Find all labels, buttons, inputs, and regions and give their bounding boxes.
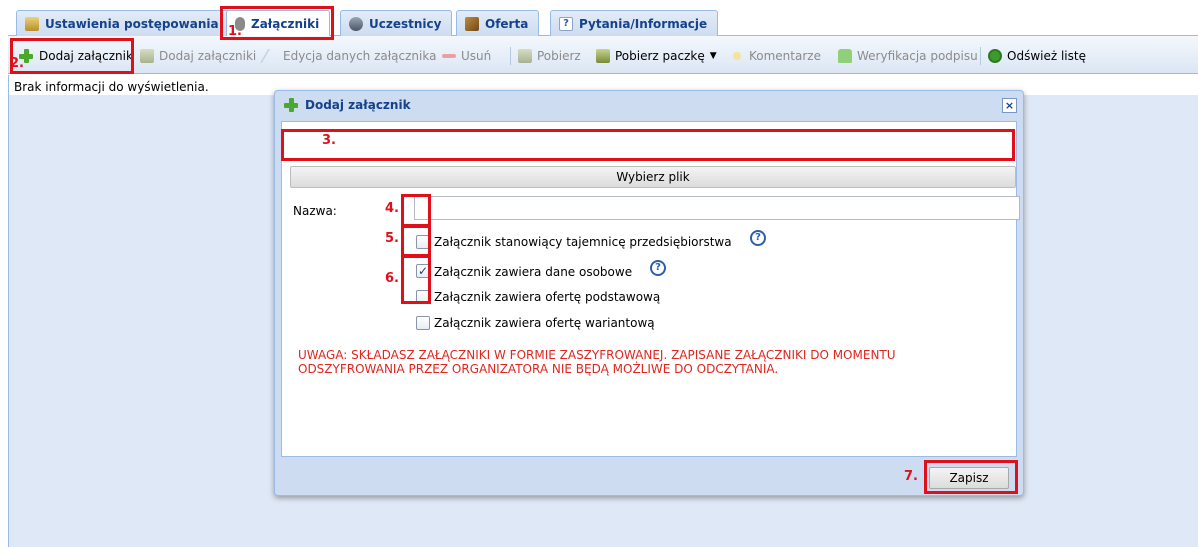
checkbox-personal-data-label: Załącznik zawiera dane osobowe — [434, 265, 633, 279]
annotation-number: 6. — [385, 271, 399, 286]
highlight-save — [924, 460, 1018, 494]
comments-button[interactable]: Komentarze — [730, 46, 821, 66]
edit-attachment-button[interactable]: Edycja danych załącznika — [259, 46, 436, 66]
remove-button[interactable]: Usuń — [442, 46, 491, 66]
verify-signature-button[interactable]: Weryfikacja podpisu — [838, 46, 978, 66]
chevron-down-icon: ▼ — [709, 51, 717, 61]
help-icon[interactable]: ? — [750, 230, 766, 246]
minus-icon — [442, 54, 456, 58]
annotation-number: 1. — [228, 24, 242, 39]
highlight-checkbox-6 — [401, 254, 431, 304]
add-attachments-button[interactable]: Dodaj załączniki — [140, 46, 256, 66]
dialog-title: Dodaj załącznik — [305, 98, 411, 112]
tab-uczestnicy[interactable]: Uczestnicy — [340, 10, 453, 36]
annotation-number: 7. — [904, 469, 918, 484]
checkbox-base-offer-label: Załącznik zawiera ofertę podstawową — [434, 290, 661, 304]
checkbox-trade-secret-label: Załącznik stanowiący tajemnicę przedsięb… — [434, 235, 732, 249]
highlight-add-attachment — [10, 38, 134, 74]
annotation-number: 5. — [385, 231, 399, 246]
checkbox-variant-offer-label: Załącznik zawiera ofertę wariantową — [434, 316, 655, 330]
plus-icon — [283, 97, 299, 113]
refresh-icon — [988, 49, 1002, 63]
highlight-checkbox-5 — [401, 224, 431, 258]
download-button[interactable]: Pobierz — [518, 46, 581, 66]
refresh-list-button[interactable]: Odśwież listę — [988, 46, 1086, 66]
highlight-choose-file — [281, 129, 1015, 161]
package-icon — [518, 49, 532, 63]
help-icon[interactable]: ? — [650, 260, 666, 276]
package-icon — [596, 49, 610, 63]
annotation-number: 2. — [10, 56, 24, 71]
encryption-warning: UWAGA: SKŁADASZ ZAŁĄCZNIKI W FORMIE ZASZ… — [298, 348, 896, 376]
checkbox-variant-offer[interactable] — [416, 316, 430, 330]
name-input[interactable] — [414, 196, 1020, 220]
toolbar: Dodaj załącznik Dodaj załączniki Edycja … — [8, 36, 1198, 74]
dialog-header: Dodaj załącznik — [275, 91, 1023, 119]
gavel-icon — [465, 16, 479, 31]
users-icon — [349, 16, 363, 31]
tab-pytania[interactable]: ? Pytania/Informacje — [550, 10, 719, 36]
pencil-icon — [259, 49, 283, 63]
name-label: Nazwa: — [293, 204, 337, 218]
question-icon: ? — [559, 16, 573, 31]
annotation-number: 4. — [385, 201, 399, 216]
lock-icon — [838, 49, 852, 63]
choose-file-button[interactable]: Wybierz plik — [290, 166, 1016, 188]
download-pack-button[interactable]: Pobierz paczkę ▼ — [596, 46, 717, 66]
dialog-body: Wybierz plik Nazwa: Załącznik stanowiący… — [281, 121, 1020, 457]
settings-icon — [25, 16, 39, 31]
toolbar-separator — [980, 47, 981, 65]
annotation-number: 3. — [322, 133, 336, 148]
tab-oferta[interactable]: Oferta — [456, 10, 540, 36]
tab-ustawienia[interactable]: Ustawienia postępowania — [16, 10, 230, 36]
toolbar-separator — [510, 47, 511, 65]
comment-icon — [730, 49, 744, 63]
highlight-checkbox-4 — [401, 194, 431, 228]
close-icon[interactable]: × — [1002, 98, 1017, 113]
tab-bar: Ustawienia postępowania Załączniki Uczes… — [8, 0, 1198, 37]
package-icon — [140, 49, 154, 63]
